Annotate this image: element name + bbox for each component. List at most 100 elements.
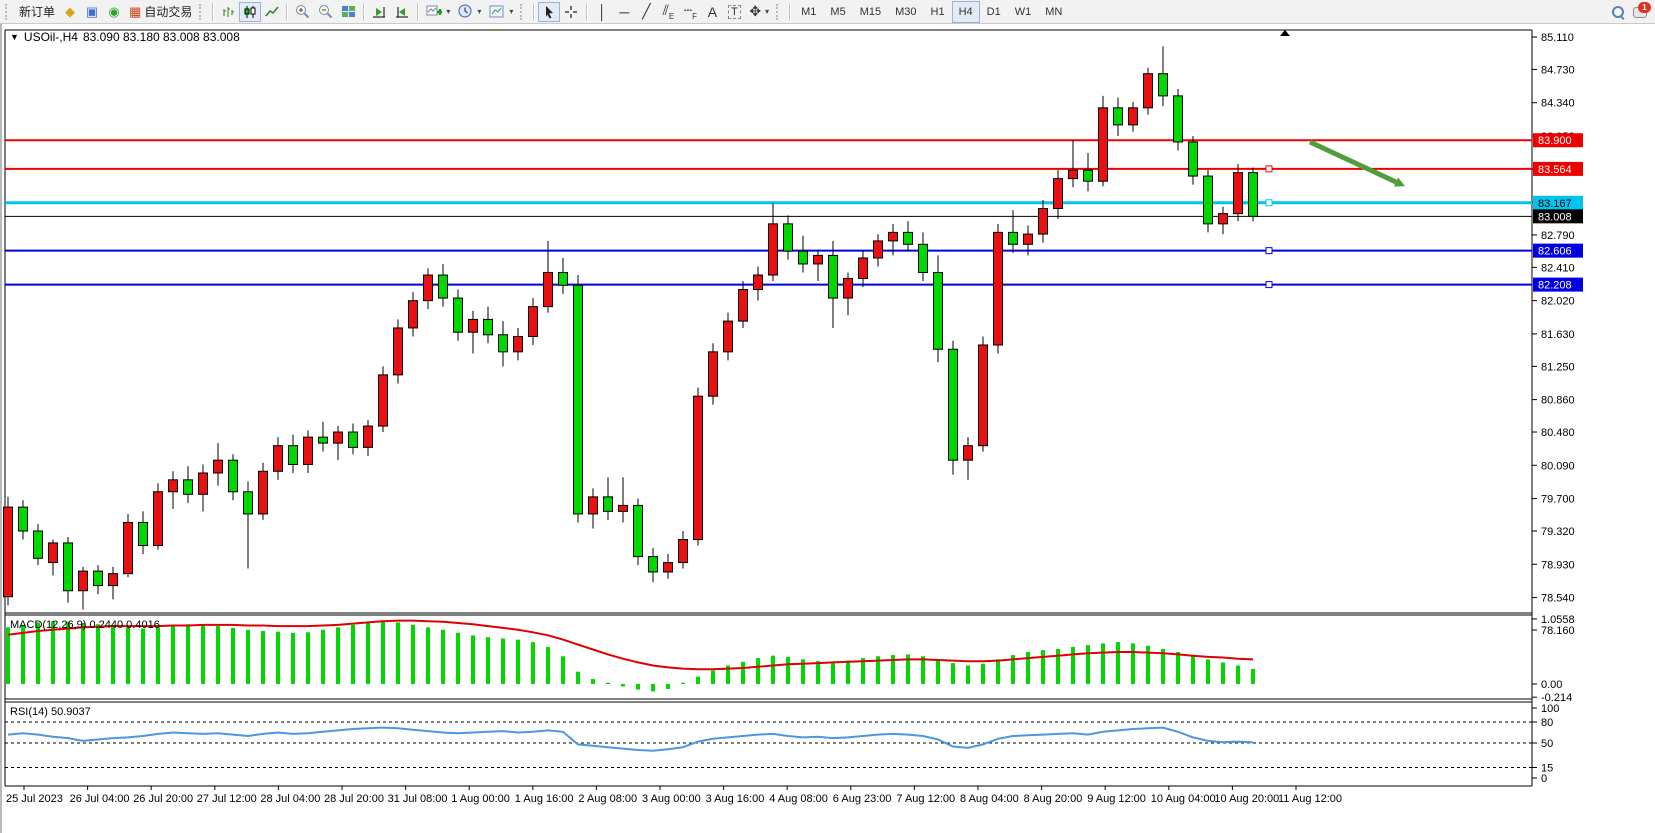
time-tick-label: 4 Aug 08:00 [769, 793, 828, 805]
candle [124, 522, 133, 573]
hline-handle[interactable] [1266, 200, 1272, 206]
timeframe-mn[interactable]: MN [1038, 1, 1069, 23]
candle [304, 437, 313, 464]
hline-handle[interactable] [1266, 248, 1272, 254]
macd-histogram-bar [216, 626, 220, 684]
signals-button[interactable]: ◉ [103, 2, 125, 22]
cursor-button[interactable] [538, 2, 560, 22]
auto-scroll-icon [372, 5, 387, 19]
timeframe-h4[interactable]: H4 [952, 1, 980, 23]
macd-histogram-bar [396, 622, 400, 684]
symbol-ohlc: 83.090 83.180 83.008 83.008 [83, 30, 240, 44]
time-tick-label: 3 Aug 00:00 [642, 793, 701, 805]
fibonacci-button[interactable]: ┄F [679, 2, 701, 22]
macd-histogram-bar [846, 661, 850, 684]
macd-histogram-bar [351, 625, 355, 684]
add-indicator-button[interactable]: ▾ [422, 2, 454, 22]
timeframe-h1[interactable]: H1 [924, 1, 952, 23]
trendline-button[interactable]: ╱ [635, 2, 657, 22]
profile-button[interactable]: ◆ [59, 2, 81, 22]
chart-bg [2, 24, 1655, 833]
macd-histogram-bar [1191, 656, 1195, 684]
time-tick-label: 10 Aug 20:00 [1214, 793, 1279, 805]
notification-badge: 1 [1638, 2, 1651, 13]
candle [739, 290, 748, 322]
periods-button[interactable]: ▾ [454, 2, 485, 22]
timeframe-w1[interactable]: W1 [1008, 1, 1039, 23]
timeframe-m5[interactable]: M5 [823, 1, 852, 23]
new-order-button[interactable]: 新订单 [15, 2, 59, 22]
macd-histogram-bar [1026, 652, 1030, 684]
candle [979, 345, 988, 446]
chart-shift-button[interactable] [391, 2, 414, 22]
arrows-button[interactable]: ✥ ▾ [745, 2, 773, 22]
timeframe-m30[interactable]: M30 [888, 1, 923, 23]
rsi-tick-label: 0 [1541, 773, 1547, 785]
hline-handle[interactable] [1266, 282, 1272, 288]
macd-histogram-bar [186, 624, 190, 684]
macd-histogram-bar [591, 679, 595, 684]
candle [1219, 214, 1228, 224]
timeframe-d1[interactable]: D1 [980, 1, 1008, 23]
candle [499, 335, 508, 352]
hline-handle[interactable] [1266, 166, 1272, 172]
candle [484, 319, 493, 334]
auto-scroll-button[interactable] [368, 2, 391, 22]
timeframe-m1[interactable]: M1 [794, 1, 823, 23]
text-label-icon: T [728, 5, 741, 19]
candle [529, 307, 538, 337]
candle [814, 255, 823, 264]
toolbar-grip [5, 4, 12, 20]
time-tick-label: 9 Aug 12:00 [1087, 793, 1146, 805]
horizontal-line-button[interactable]: ─ [613, 2, 635, 22]
templates-button[interactable]: ▾ [485, 2, 517, 22]
vertical-line-button[interactable]: │ [591, 2, 613, 22]
macd-histogram-bar [456, 633, 460, 684]
chat-button[interactable]: 1 [1629, 2, 1653, 22]
macd-histogram-bar [1101, 643, 1105, 684]
equidistant-channel-button[interactable]: ⫽E [657, 2, 679, 22]
candle [1009, 232, 1018, 244]
candle [844, 278, 853, 298]
macd-histogram-bar [1146, 646, 1150, 684]
crosshair-button[interactable] [560, 2, 583, 22]
macd-histogram-bar [336, 627, 340, 684]
accounts-button[interactable]: ▣ [81, 2, 103, 22]
collapse-triangle-icon[interactable]: ▼ [10, 32, 19, 42]
line-chart-button[interactable] [261, 2, 283, 22]
candle [859, 258, 868, 278]
bar-chart-button[interactable] [217, 2, 239, 22]
signal-icon: ◉ [108, 5, 119, 18]
trendline-icon: ╱ [642, 3, 650, 20]
symbol-title: ▼ USOil-,H4 83.090 83.180 83.008 83.008 [10, 30, 240, 44]
toolbar-grip [776, 4, 783, 20]
auto-trading-button[interactable]: ▦ 自动交易 [125, 2, 196, 22]
chart-canvas[interactable]: 85.11084.73084.34083.95083.56083.17082.7… [2, 24, 1655, 833]
candle [424, 275, 433, 301]
text-button[interactable]: A [701, 2, 723, 22]
time-tick-label: 28 Jul 04:00 [260, 793, 320, 805]
text-label-button[interactable]: T [723, 2, 745, 22]
candle [469, 319, 478, 332]
candle [1129, 108, 1138, 125]
tile-windows-button[interactable] [337, 2, 360, 22]
time-tick-label: 26 Jul 20:00 [133, 793, 193, 805]
zoom-in-button[interactable] [291, 2, 314, 22]
candle [289, 446, 298, 465]
candle [904, 232, 913, 244]
macd-histogram-bar [816, 661, 820, 684]
search-button[interactable] [1607, 2, 1629, 22]
candle [634, 505, 643, 556]
candle [949, 349, 958, 460]
zoom-out-button[interactable] [314, 2, 337, 22]
chevron-down-icon: ▾ [446, 7, 450, 16]
timeframe-m15[interactable]: M15 [853, 1, 888, 23]
periods-clock-icon [458, 4, 473, 19]
arrows-icon: ✥ [749, 3, 761, 20]
time-tick-label: 31 Jul 08:00 [388, 793, 448, 805]
candlestick-chart-button[interactable] [239, 2, 261, 22]
accounts-terminal-icon: ▣ [86, 5, 98, 18]
candle [349, 432, 358, 447]
macd-histogram-bar [996, 659, 1000, 684]
time-tick-label: 28 Jul 20:00 [324, 793, 384, 805]
